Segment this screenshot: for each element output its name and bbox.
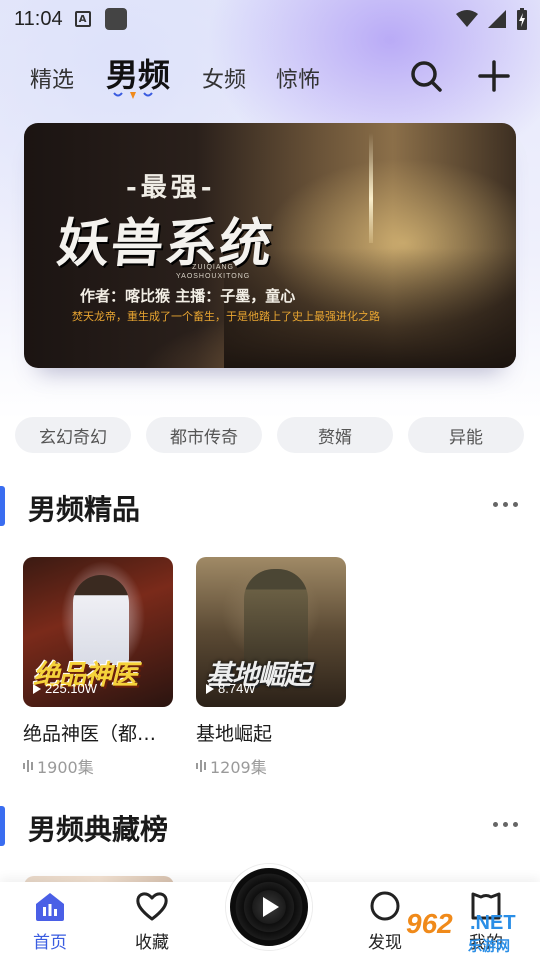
banner-subtitle: -最强- bbox=[126, 173, 216, 203]
featured-banner[interactable]: -最强- 妖兽系统 ZUIQIANG YAOSHOUXITONG 作者：喀比猴 … bbox=[24, 123, 516, 368]
search-button[interactable] bbox=[406, 56, 446, 96]
section-accent-bar bbox=[0, 806, 5, 846]
bottom-nav-favorites[interactable]: 收藏 bbox=[112, 890, 192, 953]
audio-player-button[interactable] bbox=[226, 864, 312, 950]
watermark-number: 962 bbox=[406, 908, 453, 939]
book-episodes: 1209集 bbox=[196, 754, 346, 778]
category-chip[interactable]: 赘婿 bbox=[277, 417, 393, 453]
tab-jingbu[interactable]: 惊怖 bbox=[276, 62, 320, 94]
battery-icon bbox=[517, 8, 527, 30]
add-button[interactable] bbox=[474, 56, 514, 96]
category-chip[interactable]: 玄幻奇幻 bbox=[15, 417, 131, 453]
book-episodes: 1900集 bbox=[23, 754, 173, 778]
section-title: 男频典藏榜 bbox=[28, 813, 169, 846]
status-icons bbox=[456, 8, 528, 30]
play-count: 225.10W bbox=[33, 681, 97, 696]
play-icon bbox=[263, 897, 279, 917]
play-count-value: 8.74W bbox=[218, 681, 256, 696]
section-accent-bar bbox=[0, 486, 5, 526]
tab-indicator-icon bbox=[113, 92, 153, 99]
status-time: 11:04 bbox=[14, 7, 63, 30]
more-dots-icon[interactable] bbox=[493, 502, 518, 507]
section-header-ranking: 男频典藏榜 bbox=[0, 802, 540, 846]
home-icon bbox=[36, 893, 64, 921]
section-title: 男频精品 bbox=[28, 493, 141, 526]
episode-count: 1209集 bbox=[210, 758, 267, 777]
banner-tagline: 焚天龙帝，重生成了一个畜生，于是他踏上了史上最强进化之路 bbox=[72, 310, 380, 323]
episode-count: 1900集 bbox=[37, 758, 94, 777]
play-count-value: 225.10W bbox=[45, 681, 98, 696]
section-header-featured: 男频精品 bbox=[0, 482, 540, 526]
book-title[interactable]: 绝品神医（都… bbox=[23, 719, 173, 746]
tab-nvpin[interactable]: 女频 bbox=[202, 62, 246, 94]
status-bar: 11:04 A bbox=[0, 0, 540, 38]
discover-icon bbox=[370, 891, 400, 921]
watermark-net: .NET bbox=[470, 912, 516, 934]
input-method-icon: A bbox=[74, 11, 91, 27]
bottom-nav-home[interactable]: 首页 bbox=[10, 890, 90, 953]
book-card[interactable]: 绝品神医 225.10W 绝品神医（都… 1900集 bbox=[23, 557, 173, 778]
book-title[interactable]: 基地崛起 bbox=[196, 719, 346, 746]
bottom-nav-label: 首页 bbox=[33, 933, 67, 953]
top-nav: 精选 男频 女频 惊怖 bbox=[0, 46, 540, 116]
banner-pinyin-line: YAOSHOUXITONG bbox=[176, 273, 251, 280]
category-chip[interactable]: 都市传奇 bbox=[146, 417, 262, 453]
category-chip[interactable]: 异能 bbox=[408, 417, 524, 453]
play-count-icon bbox=[33, 683, 41, 694]
site-watermark: 962 .NET 乐游网 bbox=[398, 908, 534, 956]
banner-pinyin-line: ZUIQIANG bbox=[192, 264, 235, 271]
wifi-icon bbox=[456, 10, 478, 27]
more-dots-icon[interactable] bbox=[493, 822, 518, 827]
audio-wave-icon bbox=[23, 759, 33, 773]
play-count-icon bbox=[206, 683, 214, 694]
signal-icon bbox=[488, 10, 506, 28]
play-count: 8.74W bbox=[206, 681, 256, 696]
book-card[interactable]: 基地崛起 8.74W 基地崛起 1209集 bbox=[196, 557, 346, 778]
plus-icon bbox=[478, 60, 510, 92]
tab-jingxuan[interactable]: 精选 bbox=[30, 62, 74, 94]
category-chips: 玄幻奇幻 都市传奇 赘婿 异能 bbox=[0, 417, 540, 455]
banner-light-beam bbox=[369, 133, 373, 243]
bottom-nav-label: 发现 bbox=[368, 933, 402, 953]
audio-wave-icon bbox=[196, 759, 206, 773]
cover-figure bbox=[73, 575, 129, 665]
watermark-site: 乐游网 bbox=[468, 939, 510, 955]
book-cover[interactable]: 基地崛起 8.74W bbox=[196, 557, 346, 707]
banner-credits: 作者：喀比猴 主播：子墨，童心 bbox=[80, 287, 296, 305]
banner-pinyin: ZUIQIANG YAOSHOUXITONG bbox=[176, 263, 250, 281]
bottom-nav-label: 收藏 bbox=[135, 933, 169, 953]
search-icon bbox=[411, 61, 442, 92]
notification-icon bbox=[104, 8, 127, 30]
heart-icon bbox=[136, 892, 168, 921]
book-cover[interactable]: 绝品神医 225.10W bbox=[23, 557, 173, 707]
